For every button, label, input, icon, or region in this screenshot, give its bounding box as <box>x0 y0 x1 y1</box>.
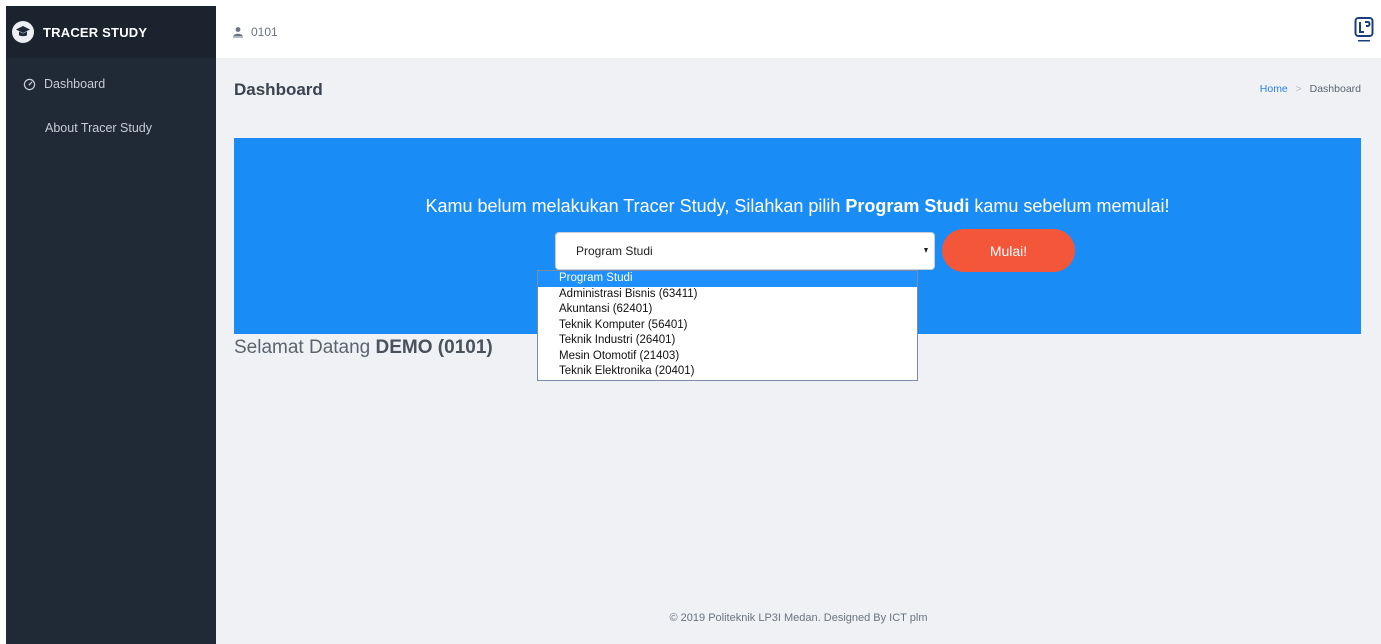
start-button[interactable]: Mulai! <box>942 229 1075 272</box>
sidebar-item-about[interactable]: About Tracer Study <box>6 110 216 146</box>
welcome-prefix: Selamat Datang <box>234 337 376 358</box>
sidebar-item-dashboard[interactable]: Dashboard <box>6 66 216 102</box>
banner-message: Kamu belum melakukan Tracer Study, Silah… <box>234 196 1361 217</box>
dropdown-option[interactable]: Akuntansi (62401) <box>538 302 917 318</box>
graduation-cap-icon <box>12 21 34 43</box>
select-value: Program Studi <box>576 244 653 258</box>
breadcrumb-separator: > <box>1295 83 1302 95</box>
caret-down-icon <box>924 248 928 253</box>
banner-text-before: Kamu belum melakukan Tracer Study, Silah… <box>425 196 846 216</box>
welcome-name: DEMO (0101) <box>375 337 493 358</box>
breadcrumb-current: Dashboard <box>1309 83 1361 95</box>
program-studi-select[interactable]: Program Studi <box>555 232 935 270</box>
user-id[interactable]: 0101 <box>251 25 278 39</box>
sidebar-item-label: About Tracer Study <box>45 121 153 135</box>
sidebar-item-label: Dashboard <box>44 77 106 91</box>
banner-text-after: kamu sebelum memulai! <box>969 196 1170 216</box>
sidebar-nav: Dashboard About Tracer Study <box>6 58 216 146</box>
breadcrumb-home-link[interactable]: Home <box>1260 83 1288 95</box>
welcome-message: Selamat Datang DEMO (0101) <box>234 337 493 359</box>
brand[interactable]: TRACER STUDY <box>6 6 216 58</box>
footer: © 2019 Politeknik LP3I Medan. Designed B… <box>669 612 928 624</box>
user-icon <box>232 26 244 38</box>
brand-title: TRACER STUDY <box>43 24 148 40</box>
dropdown-option[interactable]: Teknik Elektronika (20401) <box>538 364 917 380</box>
dashboard-gauge-icon <box>22 77 36 91</box>
dropdown-option[interactable]: Teknik Komputer (56401) <box>538 318 917 334</box>
sidebar: TRACER STUDY Dashboard About Tracer Stud… <box>6 6 216 644</box>
top-bar: 0101 <box>216 6 1381 58</box>
breadcrumb: Home > Dashboard <box>1260 83 1361 95</box>
dropdown-option[interactable]: Teknik Industri (26401) <box>538 333 917 349</box>
lp3i-logo-icon <box>1353 16 1375 46</box>
page-title: Dashboard <box>234 80 323 99</box>
dropdown-option[interactable]: Mesin Otomotif (21403) <box>538 349 917 365</box>
dropdown-option[interactable]: Program Studi <box>538 271 917 287</box>
program-studi-dropdown: Program Studi Administrasi Bisnis (63411… <box>537 270 918 381</box>
banner-text-bold: Program Studi <box>845 196 970 216</box>
dropdown-option[interactable]: Administrasi Bisnis (63411) <box>538 287 917 303</box>
